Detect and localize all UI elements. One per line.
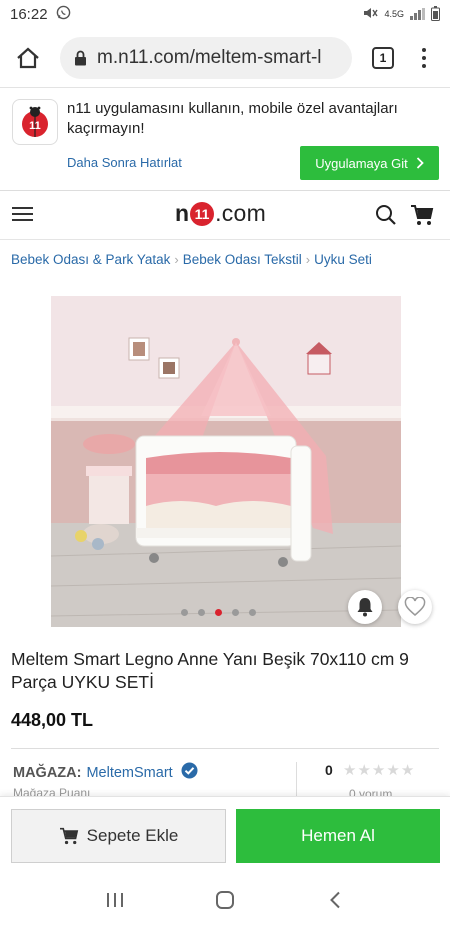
- breadcrumb: Bebek Odası & Park Yatak › Bebek Odası T…: [11, 252, 372, 267]
- heart-icon: [404, 597, 426, 616]
- verified-badge-icon: [181, 762, 198, 783]
- battery-icon: [431, 5, 440, 23]
- hamburger-menu-icon[interactable]: [12, 207, 33, 221]
- gallery-dot[interactable]: [198, 609, 205, 616]
- star-icon: ★: [357, 762, 371, 779]
- product-image[interactable]: [51, 296, 401, 627]
- address-bar[interactable]: m.n11.com/meltem-smart-l: [60, 36, 352, 79]
- n11-app-icon: 11: [12, 99, 58, 145]
- status-bar: 16:22 4.5G: [0, 0, 450, 28]
- home-icon: [17, 47, 39, 68]
- favorite-button[interactable]: [398, 590, 432, 624]
- rating-stars: ★ ★ ★ ★ ★: [343, 763, 414, 778]
- tab-switcher-button[interactable]: 1: [372, 46, 394, 69]
- back-arrow-icon: [330, 891, 340, 908]
- app-install-banner: 11 n11 uygulamasını kullanın, mobile öze…: [0, 89, 450, 191]
- mute-icon: [362, 6, 379, 22]
- remind-later-link[interactable]: Daha Sonra Hatırlat: [67, 155, 182, 170]
- signal-icon: [410, 8, 425, 20]
- system-navigation-bar: [0, 874, 450, 925]
- review-count: 0: [325, 762, 333, 778]
- lock-icon: [75, 50, 86, 65]
- price-alert-button[interactable]: [348, 590, 382, 624]
- open-app-label: Uygulamaya Git: [315, 155, 408, 171]
- breadcrumb-item[interactable]: Uyku Seti: [314, 252, 372, 267]
- browser-menu-button[interactable]: [416, 42, 432, 74]
- recent-apps-button[interactable]: [95, 880, 135, 920]
- gallery-dot[interactable]: [181, 609, 188, 616]
- star-icon: ★: [371, 762, 386, 779]
- gallery-dot[interactable]: [249, 609, 256, 616]
- chevron-right-icon: [416, 157, 424, 169]
- gallery-dot[interactable]: [232, 609, 239, 616]
- logo-ladybug: 11: [190, 201, 215, 226]
- add-to-cart-label: Sepete Ekle: [86, 826, 179, 845]
- url-text: m.n11.com/meltem-smart-l: [97, 46, 322, 68]
- n11-logo[interactable]: n 11 .com: [175, 200, 266, 227]
- whatsapp-icon: [56, 5, 71, 24]
- store-label: MAĞAZA:: [13, 764, 82, 781]
- cart-icon: [59, 827, 78, 845]
- logo-text-n: n: [175, 200, 190, 226]
- svg-text:11: 11: [29, 120, 41, 132]
- cart-icon[interactable]: [410, 204, 434, 231]
- logo-text-com: .com: [215, 200, 267, 226]
- home-button[interactable]: [10, 40, 46, 76]
- network-type: 4.5G: [384, 9, 404, 19]
- add-to-cart-button[interactable]: Sepete Ekle: [11, 809, 226, 863]
- star-icon: ★: [400, 762, 415, 779]
- recent-apps-icon: [107, 892, 123, 907]
- product-price: 448,00 TL: [11, 710, 94, 730]
- gallery-pagination: [181, 609, 256, 616]
- home-circle-icon: [216, 890, 234, 909]
- status-time: 16:22: [10, 5, 48, 23]
- open-app-button[interactable]: Uygulamaya Git: [300, 146, 439, 180]
- chevron-right-icon: ›: [174, 252, 179, 267]
- chevron-right-icon: ›: [305, 252, 311, 267]
- bottom-action-bar: Sepete Ekle Hemen Al: [0, 796, 450, 874]
- breadcrumb-item[interactable]: Bebek Odası Tekstil: [183, 252, 302, 267]
- back-button[interactable]: [315, 880, 355, 920]
- bell-icon: [357, 598, 373, 617]
- site-header: n 11 .com: [0, 192, 450, 240]
- breadcrumb-item[interactable]: Bebek Odası & Park Yatak: [11, 252, 170, 267]
- store-name-link[interactable]: MeltemSmart: [86, 765, 172, 781]
- divider: [296, 762, 297, 796]
- store-info: MAĞAZA: MeltemSmart: [13, 762, 198, 783]
- divider: [11, 748, 439, 749]
- star-icon: ★: [386, 762, 400, 779]
- system-home-button[interactable]: [205, 880, 245, 920]
- banner-message: n11 uygulamasını kullanın, mobile özel a…: [67, 100, 398, 137]
- buy-now-button[interactable]: Hemen Al: [236, 809, 440, 863]
- product-title: Meltem Smart Legno Anne Yanı Beşik 70x11…: [11, 649, 409, 692]
- gallery-dot-active[interactable]: [215, 609, 222, 616]
- browser-toolbar: m.n11.com/meltem-smart-l 1: [0, 28, 450, 88]
- star-icon: ★: [343, 762, 357, 779]
- search-icon[interactable]: [375, 204, 397, 231]
